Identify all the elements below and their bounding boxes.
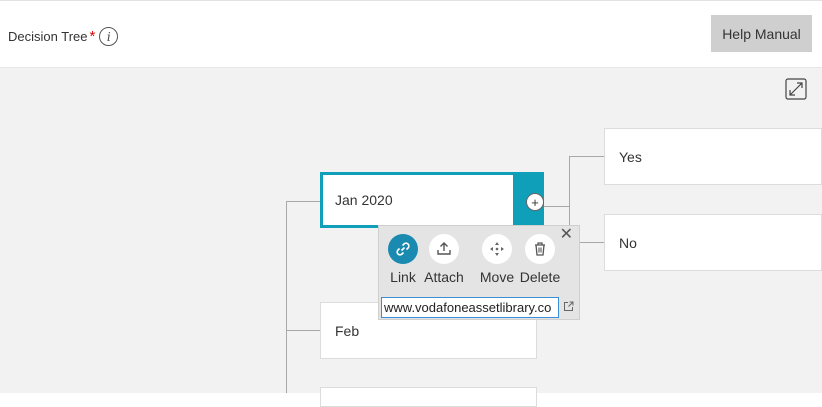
field-title: Decision Tree bbox=[8, 29, 88, 44]
upload-icon[interactable] bbox=[429, 234, 459, 264]
link-icon[interactable] bbox=[388, 234, 418, 264]
delete-tool[interactable]: Delete bbox=[517, 234, 563, 285]
add-child-button[interactable]: + bbox=[526, 193, 544, 211]
trunk-line bbox=[286, 201, 287, 393]
node-label: No bbox=[619, 234, 637, 251]
trash-icon[interactable] bbox=[525, 234, 555, 264]
external-link-icon[interactable] bbox=[563, 301, 574, 312]
node-label: Jan 2020 bbox=[335, 192, 393, 208]
branch-line-feb bbox=[286, 330, 320, 331]
help-manual-button[interactable]: Help Manual bbox=[711, 15, 812, 52]
node-label: Feb bbox=[335, 322, 360, 339]
link-label: Link bbox=[390, 269, 416, 285]
field-title-group: Decision Tree * i bbox=[8, 27, 119, 46]
move-icon[interactable] bbox=[482, 234, 512, 264]
header: Decision Tree * i Help Manual bbox=[0, 0, 822, 68]
tree-node-yes[interactable]: Yes bbox=[604, 128, 822, 185]
attach-tool[interactable]: Attach bbox=[421, 234, 467, 285]
required-mark: * bbox=[89, 28, 96, 45]
link-tool[interactable]: Link bbox=[380, 234, 426, 285]
tree-node-partial[interactable] bbox=[320, 387, 537, 407]
branch-line-yes bbox=[569, 156, 604, 157]
branch-line-jan bbox=[286, 201, 320, 202]
delete-label: Delete bbox=[519, 269, 561, 285]
child-connector-line bbox=[544, 206, 569, 207]
link-url-input[interactable] bbox=[381, 297, 559, 318]
tree-node-selected[interactable]: Jan 2020 bbox=[320, 172, 516, 228]
tree-node-no[interactable]: No bbox=[604, 214, 822, 271]
expand-icon[interactable] bbox=[785, 78, 807, 100]
attach-label: Attach bbox=[424, 269, 464, 285]
info-icon[interactable]: i bbox=[99, 27, 119, 46]
plus-icon: + bbox=[531, 194, 539, 210]
node-action-popup: ✕ Link Attach Move Delete www.vodafoneas… bbox=[378, 225, 580, 320]
move-label: Move bbox=[479, 269, 515, 285]
node-label: Yes bbox=[619, 148, 642, 165]
move-tool[interactable]: Move bbox=[474, 234, 520, 285]
